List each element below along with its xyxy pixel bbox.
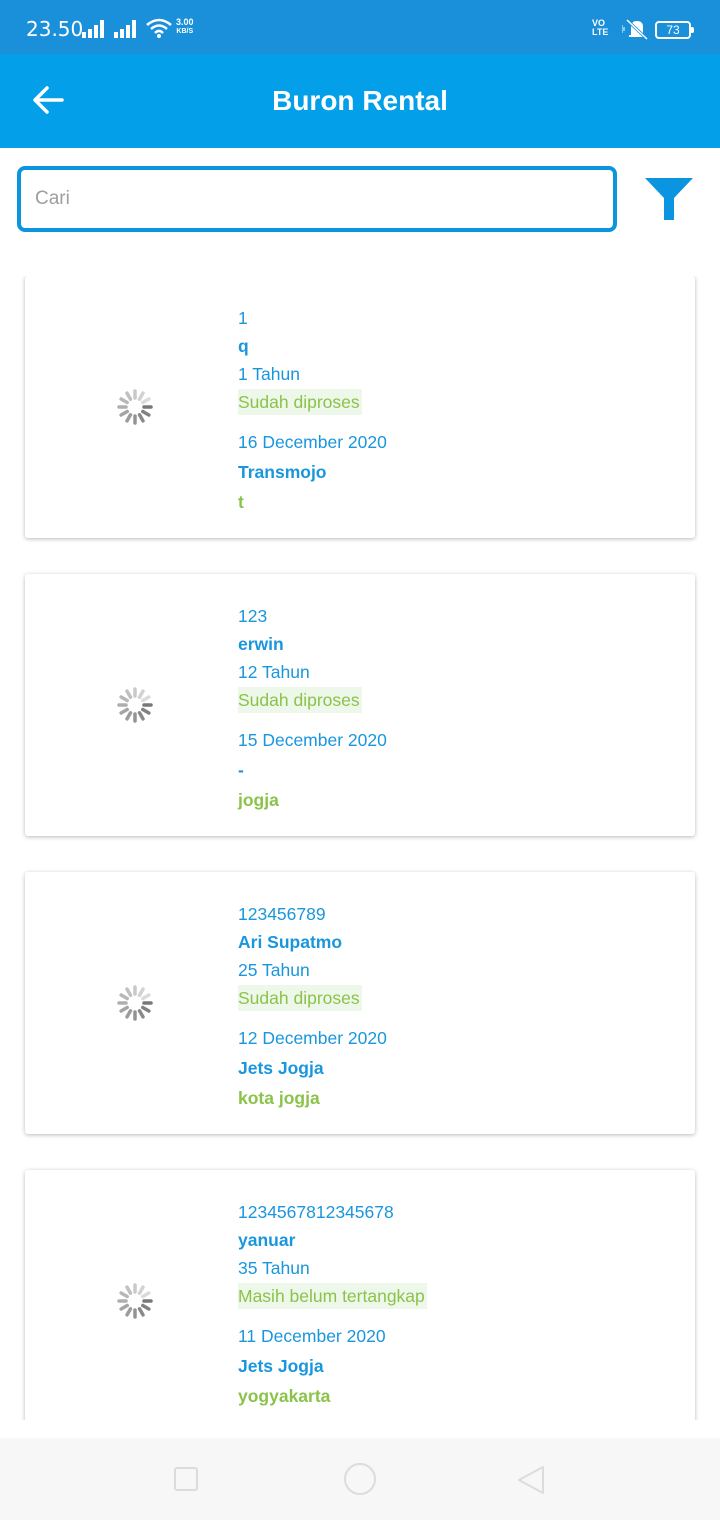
back-triangle-icon[interactable] [515, 1464, 547, 1496]
item-name: yanuar [238, 1230, 296, 1250]
loading-spinner-icon [117, 687, 153, 723]
item-id: 1 [238, 308, 248, 328]
card-details: 123456789 Ari Supatmo 25 Tahun Sudah dip… [238, 900, 387, 1113]
item-date: 15 December 2020 [238, 730, 387, 750]
volte-bottom: LTE [592, 27, 609, 37]
item-id: 123 [238, 606, 268, 626]
search-input[interactable] [21, 170, 613, 228]
recents-square-icon[interactable] [174, 1467, 198, 1491]
item-location: yogyakarta [238, 1386, 331, 1406]
card-details: 1234567812345678 yanuar 35 Tahun Masih b… [238, 1198, 427, 1411]
network-speed-unit: KB/S [176, 28, 194, 35]
page-title: Buron Rental [272, 85, 448, 116]
list-item[interactable]: 1234567812345678 yanuar 35 Tahun Masih b… [25, 1170, 695, 1420]
item-age: 35 Tahun [238, 1258, 310, 1278]
battery-icon: 73 [655, 21, 694, 39]
status-bar: 23.50 3.00 KB/S VO LTE 73 [0, 0, 720, 54]
loading-spinner-icon [117, 985, 153, 1021]
status-badge: Masih belum tertangkap [238, 1283, 427, 1309]
loading-spinner-icon [117, 1283, 153, 1319]
search-box [17, 166, 617, 232]
item-date: 11 December 2020 [238, 1326, 386, 1346]
list-item[interactable]: 1 q 1 Tahun Sudah diproses 16 December 2… [25, 276, 695, 538]
item-name: q [238, 336, 249, 356]
item-name: erwin [238, 634, 284, 654]
item-age: 12 Tahun [238, 662, 310, 682]
filter-icon[interactable] [643, 176, 695, 222]
item-location: t [238, 492, 244, 512]
app-bar: Buron Rental [0, 54, 720, 148]
home-circle-icon[interactable] [344, 1463, 376, 1495]
status-badge: Sudah diproses [238, 985, 362, 1011]
volte-icon: VO LTE [592, 19, 608, 37]
mute-icon [622, 18, 649, 40]
item-name: Ari Supatmo [238, 932, 343, 952]
arrow-left-icon[interactable] [28, 80, 68, 120]
item-age: 1 Tahun [238, 364, 300, 384]
status-time: 23.50 [26, 17, 84, 41]
wanted-list: 1 q 1 Tahun Sudah diproses 16 December 2… [0, 276, 720, 1420]
wifi-icon [146, 18, 172, 38]
status-badge: Sudah diproses [238, 687, 362, 713]
item-location: jogja [238, 790, 279, 810]
network-speed: 3.00 KB/S [176, 18, 194, 36]
signal-icon [82, 20, 104, 38]
item-location: kota jogja [238, 1088, 320, 1108]
loading-spinner-icon [117, 389, 153, 425]
list-item[interactable]: 123456789 Ari Supatmo 25 Tahun Sudah dip… [25, 872, 695, 1134]
item-id: 1234567812345678 [238, 1202, 394, 1222]
item-rental: - [238, 760, 244, 780]
item-rental: Transmojo [238, 462, 327, 482]
item-rental: Jets Jogja [238, 1058, 324, 1078]
item-age: 25 Tahun [238, 960, 310, 980]
card-details: 123 erwin 12 Tahun Sudah diproses 15 Dec… [238, 602, 387, 815]
status-badge: Sudah diproses [238, 389, 362, 415]
system-nav-bar [0, 1438, 720, 1520]
item-date: 12 December 2020 [238, 1028, 387, 1048]
item-date: 16 December 2020 [238, 432, 387, 452]
list-item[interactable]: 123 erwin 12 Tahun Sudah diproses 15 Dec… [25, 574, 695, 836]
item-rental: Jets Jogja [238, 1356, 324, 1376]
signal-icon [114, 20, 136, 38]
network-speed-value: 3.00 [176, 17, 194, 27]
item-id: 123456789 [238, 904, 326, 924]
card-details: 1 q 1 Tahun Sudah diproses 16 December 2… [238, 304, 387, 517]
